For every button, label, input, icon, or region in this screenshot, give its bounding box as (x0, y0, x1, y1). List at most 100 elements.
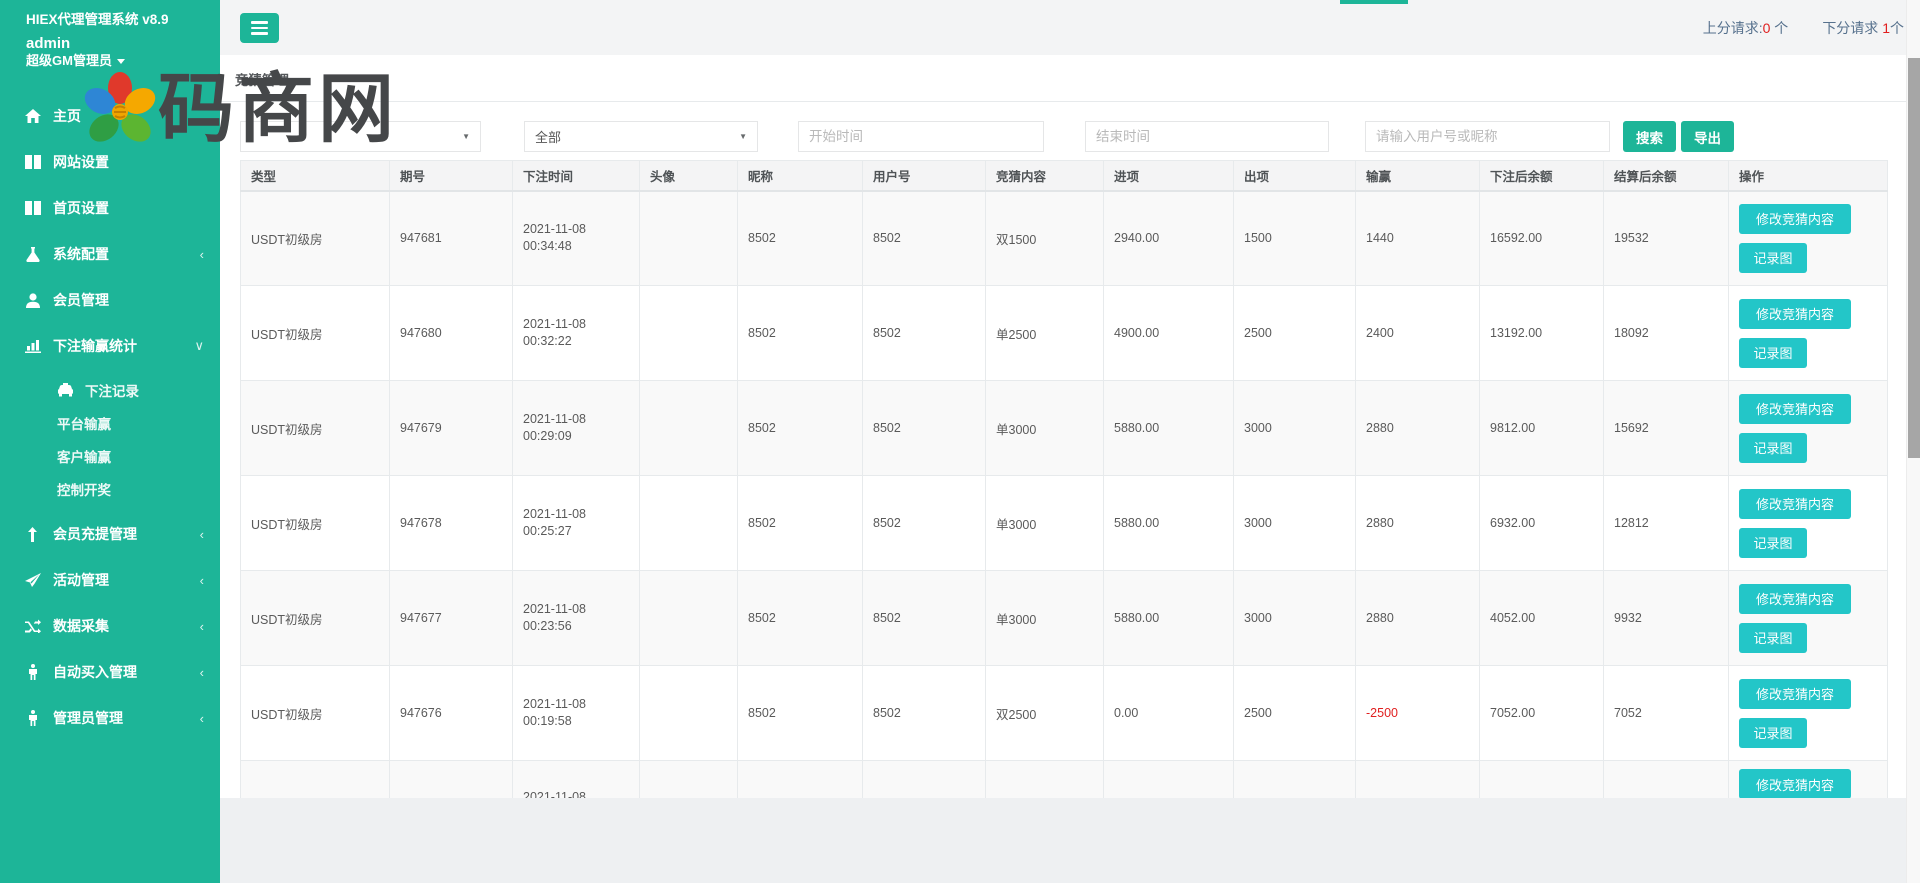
cell-nickname: 8502 (738, 476, 863, 571)
export-button[interactable]: 导出 (1681, 121, 1734, 152)
column-header: 结算后余额 (1604, 161, 1729, 191)
table-row: USDT初级房 947676 2021-11-0800:19:58 8502 8… (241, 666, 1888, 761)
cell-period (390, 761, 513, 799)
cell-user-id: 8502 (863, 381, 986, 476)
cell-user-id: 8502 (863, 476, 986, 571)
page-title: 竞猜管理 (220, 55, 1906, 102)
cell-avatar (640, 571, 738, 666)
cell-balance-after-settle: 12812 (1604, 476, 1729, 571)
sidebar-item-system-config[interactable]: 系统配置 ‹ (0, 231, 220, 277)
user-search-input[interactable] (1365, 121, 1610, 152)
record-image-button[interactable]: 记录图 (1739, 338, 1807, 368)
cell-actions: 修改竞猜内容 记录图 (1729, 286, 1888, 381)
scrollbar-thumb[interactable] (1908, 58, 1920, 458)
table-row: USDT初级房 947678 2021-11-0800:25:27 8502 8… (241, 476, 1888, 571)
edit-bet-content-button[interactable]: 修改竞猜内容 (1739, 394, 1851, 424)
sidebar-item-site-settings[interactable]: 网站设置 (0, 139, 220, 185)
column-header: 进项 (1104, 161, 1234, 191)
sidebar-item-platform-winloss[interactable]: 平台输赢 (0, 406, 220, 439)
cell-actions: 修改竞猜内容 记录图 (1729, 476, 1888, 571)
sidebar-item-admins[interactable]: 管理员管理 ‹ (0, 695, 220, 741)
record-image-button[interactable]: 记录图 (1739, 528, 1807, 558)
cell-avatar (640, 286, 738, 381)
cell-user-id (863, 761, 986, 799)
sidebar-item-customer-winloss[interactable]: 客户输赢 (0, 439, 220, 472)
level-up-icon (24, 526, 41, 543)
cell-avatar (640, 666, 738, 761)
cell-actions: 修改竞猜内容 记录图 (1729, 666, 1888, 761)
table-row: USDT初级房 947677 2021-11-0800:23:56 8502 8… (241, 571, 1888, 666)
sidebar-item-auto-buy[interactable]: 自动买入管理 ‹ (0, 649, 220, 695)
cell-nickname: 8502 (738, 191, 863, 286)
chevron-down-icon: ∨ (194, 338, 204, 354)
cell-bet-content: 单2500 (986, 286, 1104, 381)
end-time-input[interactable] (1085, 121, 1329, 152)
cell-balance-after-settle: 7052 (1604, 666, 1729, 761)
cell-bet-time: 2021-11-0800:25:27 (513, 476, 640, 571)
column-header: 昵称 (738, 161, 863, 191)
cell-nickname: 8502 (738, 381, 863, 476)
edit-bet-content-button[interactable]: 修改竞猜内容 (1739, 769, 1851, 798)
scrollbar[interactable] (1906, 0, 1920, 883)
column-header: 出项 (1234, 161, 1356, 191)
topbar: 上分请求:0 个 下分请求 1个 (220, 0, 1920, 55)
up-score-requests-link[interactable]: 上分请求:0 个 (1703, 18, 1789, 38)
person-icon (24, 664, 41, 681)
sidebar-item-deposit-withdraw[interactable]: 会员充提管理 ‹ (0, 511, 220, 557)
edit-bet-content-button[interactable]: 修改竞猜内容 (1739, 299, 1851, 329)
table-row: USDT初级房 947679 2021-11-0800:29:09 8502 8… (241, 381, 1888, 476)
sidebar-item-members[interactable]: 会员管理 (0, 277, 220, 323)
cell-bet-content: 单3000 (986, 571, 1104, 666)
table-row: USDT初级房 947680 2021-11-0800:32:22 8502 8… (241, 286, 1888, 381)
cell-bet-content: 双1500 (986, 191, 1104, 286)
sidebar-item-bet-stats[interactable]: 下注输赢统计 ∨ (0, 323, 220, 369)
sidebar-item-home[interactable]: 主页 (0, 93, 220, 139)
record-image-button[interactable]: 记录图 (1739, 718, 1807, 748)
cell-bet-content: 双2500 (986, 666, 1104, 761)
sidebar-nav: 主页 网站设置 首页设置 系统配置 ‹ 会员管理 下注输赢统计 ∨ 下注记录 (0, 93, 220, 741)
cell-balance-after-settle: 19532 (1604, 191, 1729, 286)
record-image-button[interactable]: 记录图 (1739, 623, 1807, 653)
cell-bet-time: 2021-11-0800:19:58 (513, 666, 640, 761)
cell-balance-after-bet: 13192.00 (1480, 286, 1604, 381)
cell-balance-after-bet: 9812.00 (1480, 381, 1604, 476)
column-header: 操作 (1729, 161, 1888, 191)
sidebar-item-activities[interactable]: 活动管理 ‹ (0, 557, 220, 603)
sidebar-item-bet-records[interactable]: 下注记录 (0, 373, 220, 406)
select-arrow-icon: ▼ (739, 132, 747, 141)
main-area: 上分请求:0 个 下分请求 1个 竞猜管理 ▼ 全部▼ 搜索 导出 类型期号下注… (220, 0, 1920, 883)
cell-in-amount: 4900.00 (1104, 286, 1234, 381)
column-header: 竞猜内容 (986, 161, 1104, 191)
sidebar-item-data-collect[interactable]: 数据采集 ‹ (0, 603, 220, 649)
edit-bet-content-button[interactable]: 修改竞猜内容 (1739, 204, 1851, 234)
edit-bet-content-button[interactable]: 修改竞猜内容 (1739, 679, 1851, 709)
record-image-button[interactable]: 记录图 (1739, 433, 1807, 463)
edit-bet-content-button[interactable]: 修改竞猜内容 (1739, 489, 1851, 519)
flask-icon (24, 246, 41, 263)
down-score-requests-link[interactable]: 下分请求 1个 (1822, 18, 1904, 38)
cell-actions: 修改竞猜内容 记录图 (1729, 381, 1888, 476)
cell-balance-after-bet: 7052.00 (1480, 666, 1604, 761)
cell-period: 947680 (390, 286, 513, 381)
chevron-left-icon: ‹ (200, 665, 204, 680)
cell-nickname (738, 761, 863, 799)
columns-icon (24, 154, 41, 171)
cell-bet-content: 单3000 (986, 381, 1104, 476)
start-time-input[interactable] (798, 121, 1044, 152)
sidebar-item-homepage-settings[interactable]: 首页设置 (0, 185, 220, 231)
cell-bet-content: 单3000 (986, 476, 1104, 571)
cell-winloss: 2880 (1356, 476, 1480, 571)
bet-records-table: 类型期号下注时间头像昵称用户号竞猜内容进项出项输赢下注后余额结算后余额操作 US… (240, 160, 1888, 798)
status-select[interactable]: 全部▼ (524, 121, 758, 152)
cell-avatar (640, 381, 738, 476)
menu-toggle-button[interactable] (240, 13, 279, 43)
type-select[interactable]: ▼ (240, 121, 481, 152)
search-button[interactable]: 搜索 (1623, 121, 1676, 152)
record-image-button[interactable]: 记录图 (1739, 243, 1807, 273)
cell-user-id: 8502 (863, 666, 986, 761)
cell-user-id: 8502 (863, 571, 986, 666)
user-role-dropdown[interactable]: 超级GM管理员 (26, 53, 220, 69)
sidebar-item-control-draw[interactable]: 控制开奖 (0, 472, 220, 505)
chevron-left-icon: ‹ (200, 247, 204, 262)
edit-bet-content-button[interactable]: 修改竞猜内容 (1739, 584, 1851, 614)
